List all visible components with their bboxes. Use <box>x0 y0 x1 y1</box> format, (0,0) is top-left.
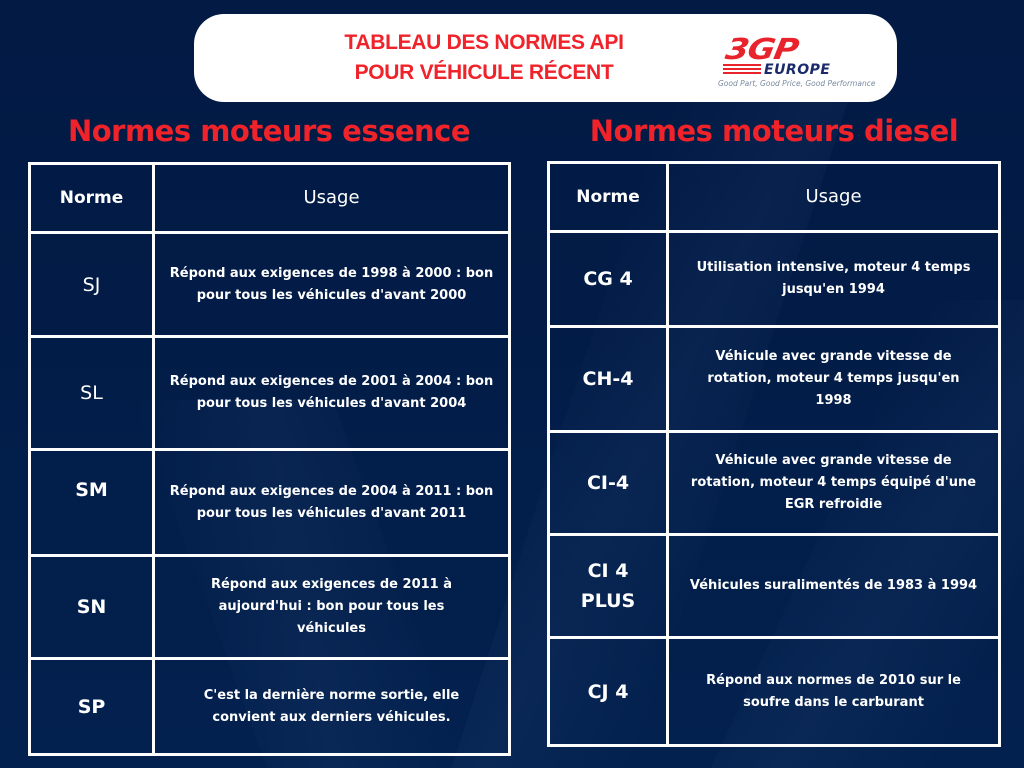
table-row: CI-4 Véhicule avec grande vitesse de rot… <box>550 430 998 533</box>
usage-cell: Répond aux exigences de 2011 à aujourd'h… <box>210 577 453 636</box>
table-row: SL Répond aux exigences de 2001 à 2004 :… <box>31 335 508 448</box>
usage-cell: Utilisation intensive, moteur 4 temps ju… <box>696 260 971 297</box>
table-header-row: Norme Usage <box>550 164 998 230</box>
column-header-norme: Norme <box>31 165 155 231</box>
usage-cell: C'est la dernière norme sortie, elle con… <box>203 687 460 725</box>
column-header-usage: Usage <box>805 186 862 207</box>
column-header-norme: Norme <box>550 164 669 230</box>
norme-cell: CJ 4 <box>550 639 669 744</box>
norme-cell: SM <box>31 451 155 554</box>
column-header-usage: Usage <box>303 187 360 208</box>
norme-cell: CI-4 <box>550 433 669 533</box>
table-row: SN Répond aux exigences de 2011 à aujour… <box>31 554 508 657</box>
norme-cell: CG 4 <box>550 233 669 325</box>
diesel-table: Norme Usage CG 4 Utilisation intensive, … <box>547 161 1001 747</box>
usage-cell: Véhicule avec grande vitesse de rotation… <box>707 349 960 408</box>
usage-cell: Répond aux exigences de 2001 à 2004 : bo… <box>169 374 494 411</box>
title-line-2: POUR VÉHICULE RÉCENT <box>354 61 614 84</box>
norme-cell: SP <box>31 660 155 753</box>
norme-cell: SN <box>31 557 155 657</box>
norme-cell: CH-4 <box>550 328 669 430</box>
logo-speed-lines-icon <box>723 64 761 78</box>
norme-cell: SL <box>31 338 155 448</box>
logo-brand-text: 3GP <box>723 32 801 66</box>
usage-cell: Répond aux exigences de 1998 à 2000 : bo… <box>169 265 494 303</box>
header-card: TABLEAU DES NORMES API POUR VÉHICULE RÉC… <box>194 14 897 102</box>
table-header-row: Norme Usage <box>31 165 508 231</box>
table-row: SP C'est la dernière norme sortie, elle … <box>31 657 508 753</box>
usage-cell: Répond aux normes de 2010 sur le soufre … <box>706 672 961 710</box>
essence-table: Norme Usage SJ Répond aux exigences de 1… <box>28 162 511 756</box>
diesel-section-title: Normes moteurs diesel <box>589 114 959 148</box>
usage-cell: Répond aux exigences de 2004 à 2011 : bo… <box>169 483 494 521</box>
usage-cell: Véhicule avec grande vitesse de rotation… <box>690 453 977 512</box>
table-row: CI 4 PLUS Véhicules suralimentés de 1983… <box>550 533 998 636</box>
norme-cell: CI 4 PLUS <box>550 536 669 636</box>
usage-cell: Véhicules suralimentés de 1983 à 1994 <box>689 578 978 593</box>
table-row: CG 4 Utilisation intensive, moteur 4 tem… <box>550 230 998 325</box>
table-row: SJ Répond aux exigences de 1998 à 2000 :… <box>31 231 508 335</box>
brand-logo: 3GP EUROPE Good Part, Good Price, Good P… <box>718 32 878 94</box>
norme-cell: SJ <box>31 234 155 335</box>
page-title: TABLEAU DES NORMES API POUR VÉHICULE RÉC… <box>314 28 654 88</box>
essence-section-title: Normes moteurs essence <box>67 114 471 148</box>
table-row: CH-4 Véhicule avec grande vitesse de rot… <box>550 325 998 430</box>
logo-tagline: Good Part, Good Price, Good Performance <box>718 79 876 88</box>
table-row: CJ 4 Répond aux normes de 2010 sur le so… <box>550 636 998 744</box>
title-line-1: TABLEAU DES NORMES API <box>344 31 624 54</box>
logo-sub-text: EUROPE <box>764 62 831 78</box>
table-row: SM Répond aux exigences de 2004 à 2011 :… <box>31 448 508 554</box>
